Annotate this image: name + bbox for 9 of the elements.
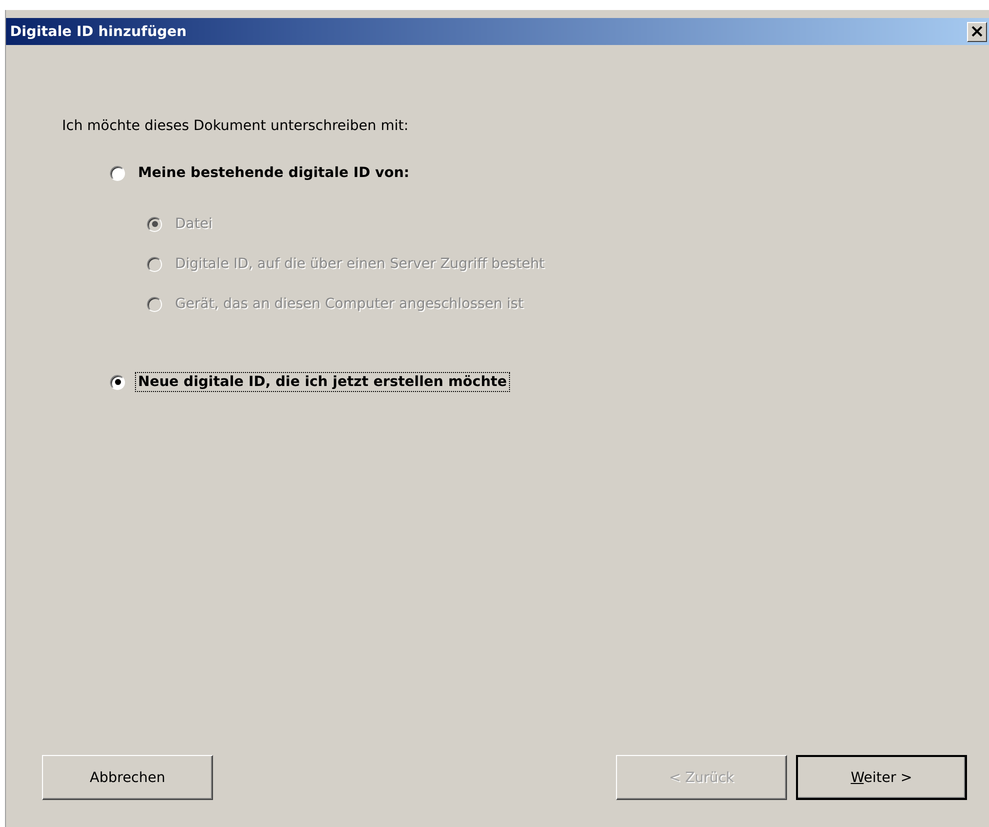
prompt-text: Ich möchte dieses Dokument unterschreiben mit:: [62, 118, 410, 134]
radio-button[interactable]: [110, 166, 125, 180]
radio-button[interactable]: [110, 374, 125, 390]
radio-label[interactable]: Neue digitale ID, die ich jetzt erstellen möchte: [135, 372, 510, 392]
window-title: Digitale ID hinzufügen: [10, 24, 187, 40]
cancel-button[interactable]: Abbrechen: [42, 755, 213, 800]
radio-label[interactable]: Meine bestehende digitale ID von:: [135, 163, 412, 183]
close-button[interactable]: ×: [967, 22, 987, 42]
next-button[interactable]: Weiter >: [796, 755, 967, 800]
